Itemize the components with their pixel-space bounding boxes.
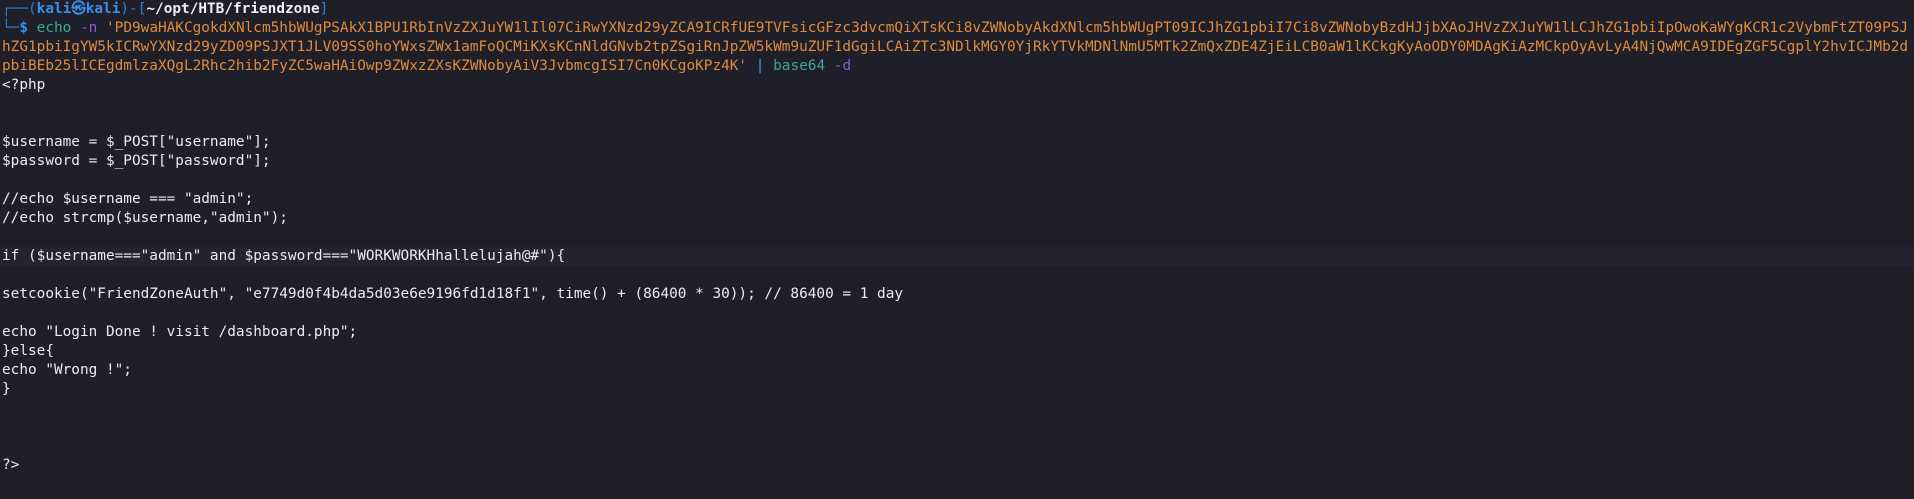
output-line: ?> xyxy=(2,457,20,473)
pipe-command: base64 xyxy=(773,58,826,74)
command-flag: -n xyxy=(80,20,98,36)
prompt-block: ┌──(kali㉿kali)-[~/opt/HTB/friendzone] └─… xyxy=(2,0,1912,76)
prompt-frame-bottom: └─ xyxy=(2,20,20,36)
command-output: <?php $username = $_POST["username"]; $p… xyxy=(2,76,1912,475)
command-name: echo xyxy=(36,20,72,36)
prompt-dollar: $ xyxy=(19,20,28,36)
output-line: $password = $_POST["password"]; xyxy=(2,153,271,169)
output-line: echo "Login Done ! visit /dashboard.php"… xyxy=(2,324,358,340)
output-line: $username = $_POST["username"]; xyxy=(2,134,271,150)
prompt-frame-top: ┌──( xyxy=(2,1,37,17)
pipe-symbol: | xyxy=(755,58,765,74)
pipe-flag: -d xyxy=(833,58,852,74)
output-line: } xyxy=(2,381,11,397)
prompt-host: kali xyxy=(85,1,121,17)
prompt-frame-close: ] xyxy=(319,1,329,17)
output-line: setcookie("FriendZoneAuth", "e7749d0f4b4… xyxy=(2,286,904,302)
prompt-top-line: ┌──(kali㉿kali)-[~/opt/HTB/friendzone] xyxy=(2,0,1912,19)
output-line: //echo strcmp($username,"admin"); xyxy=(2,210,288,226)
prompt-skull-icon: ㉿ xyxy=(71,1,86,17)
prompt-user: kali xyxy=(36,1,72,17)
prompt-frame-mid: )-[ xyxy=(120,1,147,17)
prompt-path: ~/opt/HTB/friendzone xyxy=(146,1,320,17)
output-line: <?php xyxy=(2,77,46,93)
command-line[interactable]: └─$ echo -n 'PD9waHAKCgokdXNlcm5hbWUgPSA… xyxy=(2,19,1912,76)
output-line: echo "Wrong !"; xyxy=(2,362,132,378)
terminal-window[interactable]: ┌──(kali㉿kali)-[~/opt/HTB/friendzone] └─… xyxy=(0,0,1914,499)
output-line: }else{ xyxy=(2,343,54,359)
output-line: //echo $username === "admin"; xyxy=(2,191,254,207)
output-line: if ($username==="admin" and $password===… xyxy=(2,248,566,264)
command-argument: 'PD9waHAKCgokdXNlcm5hbWUgPSAkX1BPU1RbInV… xyxy=(2,20,1909,74)
